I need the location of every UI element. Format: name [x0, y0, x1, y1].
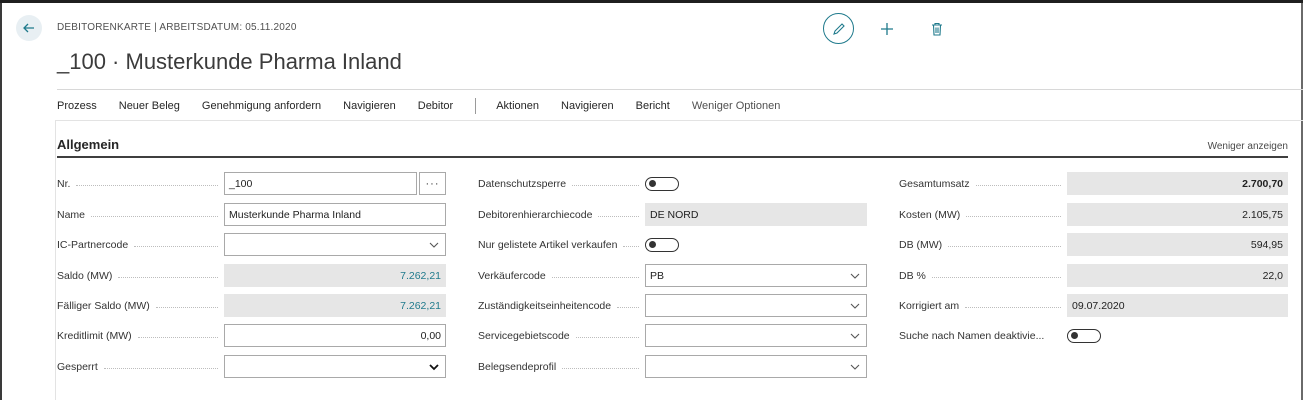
- db-prozent-label: DB %: [899, 264, 1067, 287]
- toggle-knob: [649, 179, 656, 187]
- saldo-value[interactable]: 7.262,21: [224, 264, 446, 287]
- servicegebietscode-select[interactable]: [645, 324, 867, 347]
- menu-prozess[interactable]: Prozess: [57, 100, 97, 112]
- kreditlimit-label: Kreditlimit (MW): [57, 324, 224, 347]
- field-row-nur-gelistete-artikel: Nur gelistete Artikel verkaufen: [478, 233, 679, 256]
- db-label: DB (MW): [899, 233, 1067, 256]
- datenschutzsperre-toggle[interactable]: [645, 176, 679, 191]
- menu-separator: [475, 98, 477, 114]
- menu-debitor[interactable]: Debitor: [418, 100, 453, 112]
- back-button[interactable]: [16, 15, 42, 41]
- chevron-down-icon: [850, 273, 860, 279]
- debitorenhierarchiecode-label: Debitorenhierarchiecode: [478, 203, 645, 226]
- gesamtumsatz-value[interactable]: 2.700,70: [1067, 172, 1288, 195]
- toggle-knob: [649, 240, 656, 248]
- name-input[interactable]: Musterkunde Pharma Inland: [224, 203, 446, 226]
- gesperrt-select[interactable]: [224, 355, 446, 378]
- zustaendigkeitseinheitencode-label: Zuständigkeitseinheitencode: [478, 294, 645, 317]
- chevron-down-icon: [850, 303, 860, 309]
- page-caption: DEBITORENKARTE | ARBEITSDATUM: 05.11.202…: [57, 22, 297, 33]
- trash-icon: [932, 22, 942, 36]
- nur-gelistete-artikel-toggle[interactable]: [645, 237, 679, 252]
- field-row-db: DB (MW) 594,95: [899, 233, 1288, 256]
- field-row-kosten: Kosten (MW) 2.105,75: [899, 203, 1288, 226]
- datenschutzsperre-label: Datenschutzsperre: [478, 172, 645, 195]
- field-row-korrigiert-am: Korrigiert am 09.07.2020: [899, 294, 1288, 317]
- nur-gelistete-artikel-label: Nur gelistete Artikel verkaufen: [478, 233, 645, 256]
- field-row-name: Name Musterkunde Pharma Inland: [57, 203, 446, 226]
- nr-assist-button[interactable]: ···: [419, 172, 446, 195]
- menu-genehmigung-anfordern[interactable]: Genehmigung anfordern: [202, 100, 321, 112]
- chevron-down-icon: [850, 364, 860, 370]
- ic-partnercode-select[interactable]: [224, 233, 446, 256]
- verkaeufercode-label: Verkäufercode: [478, 264, 645, 287]
- servicegebietscode-label: Servicegebietscode: [478, 324, 645, 347]
- field-row-servicegebietscode: Servicegebietscode: [478, 324, 867, 347]
- verkaeufercode-select[interactable]: PB: [645, 264, 867, 287]
- new-button[interactable]: [877, 19, 897, 39]
- window-top-border: [0, 0, 1303, 3]
- menu-weniger-optionen[interactable]: Weniger Optionen: [692, 100, 780, 112]
- menu-navigieren-2[interactable]: Navigieren: [561, 100, 614, 112]
- field-row-ic-partnercode: IC-Partnercode: [57, 233, 446, 256]
- section-title-allgemein[interactable]: Allgemein: [57, 137, 119, 152]
- section-underline: [57, 156, 1288, 158]
- nr-input[interactable]: _100: [224, 172, 417, 195]
- saldo-label: Saldo (MW): [57, 264, 224, 287]
- gesperrt-label: Gesperrt: [57, 355, 224, 378]
- gesamtumsatz-label: Gesamtumsatz: [899, 172, 1067, 195]
- nr-label: Nr.: [57, 172, 224, 195]
- edit-button[interactable]: [823, 13, 854, 44]
- arrow-left-icon: [23, 23, 34, 33]
- db-value[interactable]: 594,95: [1067, 233, 1288, 256]
- kosten-value[interactable]: 2.105,75: [1067, 203, 1288, 226]
- content-panel-left-border: [55, 120, 56, 400]
- korrigiert-am-label: Korrigiert am: [899, 294, 1067, 317]
- delete-button[interactable]: [927, 19, 947, 39]
- field-row-gesperrt: Gesperrt: [57, 355, 446, 378]
- plus-icon: [881, 23, 893, 35]
- belegsendeprofil-label: Belegsendeprofil: [478, 355, 645, 378]
- name-label: Name: [57, 203, 224, 226]
- field-row-saldo: Saldo (MW) 7.262,21: [57, 264, 446, 287]
- field-row-gesamtumsatz: Gesamtumsatz 2.700,70: [899, 172, 1288, 195]
- window-left-border: [0, 3, 2, 400]
- action-bar: Prozess Neuer Beleg Genehmigung anforder…: [57, 98, 802, 114]
- toggle-knob: [1071, 331, 1078, 339]
- kreditlimit-input[interactable]: 0,00: [224, 324, 446, 347]
- faelliger-saldo-label: Fälliger Saldo (MW): [57, 294, 224, 317]
- suche-nach-namen-label: Suche nach Namen deaktivie...: [899, 329, 1045, 342]
- belegsendeprofil-select[interactable]: [645, 355, 867, 378]
- korrigiert-am-value[interactable]: 09.07.2020: [1067, 294, 1288, 317]
- menu-navigieren[interactable]: Navigieren: [343, 100, 396, 112]
- field-row-faelliger-saldo: Fälliger Saldo (MW) 7.262,21: [57, 294, 446, 317]
- db-prozent-value[interactable]: 22,0: [1067, 264, 1288, 287]
- show-less-link[interactable]: Weniger anzeigen: [1208, 141, 1288, 152]
- field-row-kreditlimit: Kreditlimit (MW) 0,00: [57, 324, 446, 347]
- menu-aktionen[interactable]: Aktionen: [496, 100, 539, 112]
- debitorenhierarchiecode-value[interactable]: DE NORD: [645, 203, 867, 226]
- field-row-nr: Nr. _100 ···: [57, 172, 446, 195]
- menu-bericht[interactable]: Bericht: [636, 100, 670, 112]
- page-title: _100 · Musterkunde Pharma Inland: [57, 49, 402, 74]
- field-row-datenschutzsperre: Datenschutzsperre: [478, 172, 679, 195]
- field-row-belegsendeprofil: Belegsendeprofil: [478, 355, 867, 378]
- suche-nach-namen-toggle[interactable]: [1067, 328, 1101, 343]
- field-row-debitorenhierarchiecode: Debitorenhierarchiecode DE NORD: [478, 203, 867, 226]
- field-row-verkaeufercode: Verkäufercode PB: [478, 264, 867, 287]
- kosten-label: Kosten (MW): [899, 203, 1067, 226]
- zustaendigkeitseinheitencode-select[interactable]: [645, 294, 867, 317]
- header-divider: [57, 89, 1303, 90]
- chevron-down-icon: [429, 242, 439, 248]
- content-panel-border: [55, 120, 1303, 121]
- faelliger-saldo-value[interactable]: 7.262,21: [224, 294, 446, 317]
- chevron-down-icon: [429, 364, 439, 371]
- field-row-suche-nach-namen: Suche nach Namen deaktivie...: [899, 324, 1101, 347]
- field-row-db-prozent: DB % 22,0: [899, 264, 1288, 287]
- menu-neuer-beleg[interactable]: Neuer Beleg: [119, 100, 180, 112]
- field-row-zustaendigkeitseinheitencode: Zuständigkeitseinheitencode: [478, 294, 867, 317]
- pencil-icon: [832, 22, 845, 35]
- chevron-down-icon: [850, 333, 860, 339]
- ic-partnercode-label: IC-Partnercode: [57, 233, 224, 256]
